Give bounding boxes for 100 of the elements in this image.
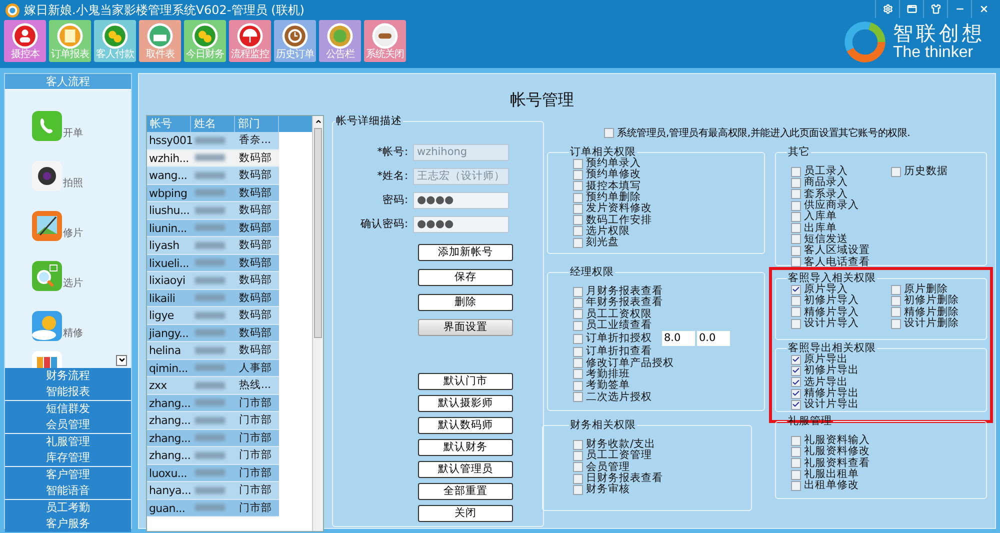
checkbox[interactable] xyxy=(791,436,801,446)
preset-button[interactable]: 默认数码师 xyxy=(418,417,513,434)
table-row[interactable]: hssy001 香奈... xyxy=(147,132,279,150)
action-button[interactable]: 保存 xyxy=(418,269,513,286)
preset-button[interactable]: 默认财务 xyxy=(418,439,513,456)
checkbox[interactable] xyxy=(791,354,801,365)
preset-button[interactable]: 默认管理员 xyxy=(418,461,513,478)
table-row[interactable]: helina 数码部 xyxy=(147,342,279,360)
table-row[interactable]: luoxu... 门市部 xyxy=(147,464,279,482)
checkbox[interactable] xyxy=(573,309,583,320)
table-row[interactable]: liyash 数码部 xyxy=(147,237,279,254)
table-row[interactable]: wzhih... 数码部 xyxy=(147,150,279,167)
table-row[interactable]: qimin... 人事部 xyxy=(147,360,279,377)
preset-button[interactable]: 默认摄影师 xyxy=(418,395,513,412)
sidebar-section[interactable]: 财务流程 xyxy=(5,368,131,384)
checkbox[interactable] xyxy=(791,366,801,376)
checkbox[interactable] xyxy=(573,380,583,391)
checkbox[interactable] xyxy=(791,470,801,480)
checkbox[interactable] xyxy=(604,128,614,138)
checkbox[interactable] xyxy=(573,484,583,495)
sidebar-section[interactable]: 礼服管理 xyxy=(5,434,131,450)
checkbox[interactable] xyxy=(573,204,583,214)
table-row[interactable]: lixueli... 数码部 xyxy=(147,254,279,272)
checkbox[interactable] xyxy=(791,223,801,234)
table-row[interactable]: wang... 数码部 xyxy=(147,167,279,184)
checkbox[interactable] xyxy=(791,257,801,268)
checkbox[interactable] xyxy=(573,298,583,308)
checkbox[interactable] xyxy=(573,358,583,368)
discount-field[interactable]: 0.0 xyxy=(697,331,730,346)
checkbox[interactable] xyxy=(791,246,801,256)
checkbox[interactable] xyxy=(791,212,801,222)
checkbox[interactable] xyxy=(573,192,583,203)
table-row[interactable]: zhang... 门市部 xyxy=(147,394,279,412)
checkbox[interactable] xyxy=(573,474,583,484)
table-row[interactable]: liushu... 数码部 xyxy=(147,202,279,220)
checkbox[interactable] xyxy=(891,307,901,318)
checkbox[interactable] xyxy=(791,189,801,200)
scroll-thumb[interactable] xyxy=(314,128,322,338)
checkbox[interactable] xyxy=(791,377,801,388)
action-button[interactable]: 添加新帐号 xyxy=(418,244,513,261)
table-row[interactable]: wbping 数码部 xyxy=(147,184,279,202)
checkbox[interactable] xyxy=(573,215,583,226)
checkbox[interactable] xyxy=(573,181,583,192)
checkbox[interactable] xyxy=(573,170,583,180)
preset-button[interactable]: 关闭 xyxy=(418,505,513,522)
input-field[interactable]: ●●●● xyxy=(413,216,509,233)
checkbox[interactable] xyxy=(791,307,801,318)
table-row[interactable]: zhang... 门市部 xyxy=(147,430,279,447)
table-row[interactable]: zhang... 门市部 xyxy=(147,412,279,430)
table-row[interactable]: guan... 门市部 xyxy=(147,500,279,517)
table-row[interactable]: liunin... 数码部 xyxy=(147,220,279,237)
action-button[interactable]: 界面设置 xyxy=(418,319,513,336)
checkbox[interactable] xyxy=(791,318,801,329)
action-button[interactable]: 删除 xyxy=(418,294,513,311)
checkbox[interactable] xyxy=(791,234,801,244)
sidebar-section[interactable]: 智能报表 xyxy=(5,384,131,400)
preset-button[interactable]: 全部重置 xyxy=(418,483,513,500)
sidebar-item[interactable]: 选片 xyxy=(32,250,92,290)
checkbox[interactable] xyxy=(891,284,901,295)
sidebar-section[interactable]: 库存管理 xyxy=(5,450,131,466)
checkbox[interactable] xyxy=(791,388,801,399)
checkbox[interactable] xyxy=(891,296,901,306)
checkbox[interactable] xyxy=(573,226,583,236)
table-row[interactable]: zxx 热线... xyxy=(147,377,279,394)
scrollbar[interactable] xyxy=(312,116,323,531)
sidebar-section[interactable]: 员工考勤 xyxy=(5,500,131,516)
checkbox[interactable] xyxy=(791,166,801,177)
input-field[interactable]: ●●●● xyxy=(413,192,509,209)
checkbox[interactable] xyxy=(573,450,583,461)
checkbox[interactable] xyxy=(573,334,583,344)
scroll-up-icon[interactable] xyxy=(314,118,322,125)
sidebar-section[interactable]: 客户服务 xyxy=(5,516,131,532)
checkbox[interactable] xyxy=(791,178,801,188)
sidebar-section[interactable]: 短信群发 xyxy=(5,400,131,416)
checkbox[interactable] xyxy=(791,446,801,457)
table-row[interactable]: hanya... 门市部 xyxy=(147,482,279,500)
checkbox[interactable] xyxy=(573,320,583,331)
checkbox[interactable] xyxy=(791,480,801,491)
checkbox[interactable] xyxy=(891,166,901,177)
sidebar-item[interactable]: 拍照 xyxy=(32,150,92,190)
checkbox[interactable] xyxy=(791,200,801,211)
table-row[interactable]: likaili 数码部 xyxy=(147,290,279,307)
sidebar-section[interactable]: 智能语音 xyxy=(5,483,131,499)
preset-button[interactable]: 默认门市 xyxy=(418,373,513,390)
checkbox[interactable] xyxy=(573,440,583,450)
table-row[interactable]: lixiaoyi 数码部 xyxy=(147,272,279,290)
checkbox[interactable] xyxy=(573,392,583,402)
table-row[interactable]: zhang... 门市部 xyxy=(147,447,279,464)
sidebar-section[interactable]: 客户管理 xyxy=(5,466,131,482)
checkbox[interactable] xyxy=(573,158,583,169)
table-row[interactable]: jiangy... 数码部 xyxy=(147,324,279,342)
sidebar-item[interactable]: 精修 xyxy=(32,300,92,340)
checkbox[interactable] xyxy=(573,369,583,380)
checkbox[interactable] xyxy=(791,284,801,295)
checkbox[interactable] xyxy=(573,462,583,472)
checkbox[interactable] xyxy=(791,296,801,306)
scroll-down-button[interactable] xyxy=(116,354,127,366)
discount-field[interactable]: 8.0 xyxy=(662,331,695,346)
checkbox[interactable] xyxy=(573,238,583,248)
checkbox[interactable] xyxy=(891,318,901,329)
